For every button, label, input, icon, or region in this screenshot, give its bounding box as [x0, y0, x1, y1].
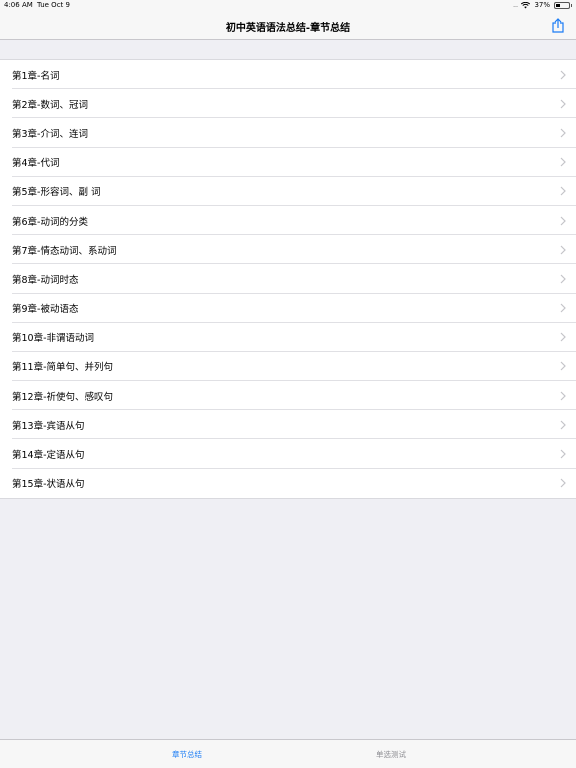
signal-icon: .....	[512, 1, 518, 9]
chapter-label: 第3章-介词、连词	[12, 128, 88, 140]
tab-single-choice-test[interactable]: 单选测试	[376, 749, 406, 760]
chapter-list-item[interactable]: 第10章-非谓语动词	[0, 323, 576, 352]
chapter-list-item[interactable]: 第8章-动词时态	[0, 264, 576, 294]
chevron-right-icon	[560, 478, 566, 488]
chevron-right-icon	[560, 420, 566, 430]
chapter-label: 第8章-动词时态	[12, 274, 79, 286]
chapter-list-item[interactable]: 第14章-定语从句	[0, 439, 576, 469]
chevron-right-icon	[560, 216, 566, 225]
chapter-label: 第2章-数词、冠词	[12, 99, 88, 111]
chapter-label: 第6章-动词的分类	[12, 216, 88, 228]
chapter-list-item[interactable]: 第15章-状语从句	[0, 469, 576, 498]
chapter-list-item[interactable]: 第7章-情态动词、系动词	[0, 235, 576, 265]
battery-icon	[554, 1, 572, 9]
chapter-label: 第15章-状语从句	[12, 479, 85, 491]
chevron-right-icon	[560, 303, 566, 313]
page-title: 初中英语语法总结-章节总结	[225, 23, 351, 34]
chapter-list-item[interactable]: 第3章-介词、连词	[0, 118, 576, 148]
chevron-right-icon	[560, 157, 566, 167]
chapter-list: 第1章-名词第2章-数词、冠词 第3章-介词、连词 第4章-代词第5章-形容词、副 …	[0, 59, 576, 499]
chapter-label: 第12章-祈使句、感叹句	[12, 391, 114, 403]
chapter-label: 第10章-非谓语动词	[12, 333, 95, 345]
chevron-right-icon	[560, 245, 566, 255]
chapter-label: 第1章-名词	[12, 70, 60, 82]
chapter-label: 第13章-宾语从句	[12, 420, 85, 432]
chapter-label: 第5章-形容词、副 词	[12, 187, 101, 199]
chapter-label: 第14章-定语从句	[12, 450, 85, 462]
chevron-right-icon	[560, 362, 566, 371]
chapter-list-item[interactable]: 第13章-宾语从句	[0, 410, 576, 440]
status-date: Tue Oct 9	[37, 1, 70, 9]
tab-bar: 章节总结 单选测试	[0, 739, 576, 768]
chevron-right-icon	[560, 70, 566, 80]
chevron-right-icon	[560, 99, 566, 109]
status-time: 4:06 AM	[4, 1, 33, 9]
chapter-list-item[interactable]: 第9章-被动语态	[0, 294, 576, 323]
status-indicators: ..... 37%	[512, 1, 572, 9]
chapter-label: 第7章-情态动词、系动词	[12, 245, 117, 257]
chapter-list-item[interactable]: 第5章-形容词、副 词	[0, 177, 576, 206]
navigation-bar: 初中英语语法总结-章节总结	[0, 11, 576, 40]
chevron-right-icon	[560, 449, 566, 459]
chapter-label: 第4章-代词	[12, 158, 60, 170]
share-icon	[552, 17, 564, 33]
battery-percent: 37%	[534, 1, 550, 9]
chevron-right-icon	[560, 332, 566, 342]
chapter-list-item[interactable]: 第6章-动词的分类	[0, 206, 576, 236]
chevron-right-icon	[560, 186, 566, 196]
chevron-right-icon	[560, 128, 566, 138]
share-button[interactable]	[548, 15, 568, 35]
chapter-list-item[interactable]: 第11章-简单句、并列句	[0, 352, 576, 382]
chevron-right-icon	[560, 391, 566, 401]
chevron-right-icon	[560, 274, 566, 284]
chapter-list-item[interactable]: 第2章-数词、冠词	[0, 89, 576, 119]
status-bar: 4:06 AM Tue Oct 9 ..... 37%	[0, 0, 576, 11]
wifi-icon	[521, 1, 531, 8]
tab-chapter-summary[interactable]: 章节总结	[172, 749, 202, 760]
chapter-label: 第11章-简单句、并列句	[12, 362, 114, 374]
chapter-list-item[interactable]: 第1章-名词	[0, 60, 576, 90]
chapter-label: 第9章-被动语态	[12, 304, 79, 316]
chapter-list-item[interactable]: 第4章-代词	[0, 148, 576, 177]
chapter-list-item[interactable]: 第12章-祈使句、感叹句	[0, 381, 576, 411]
